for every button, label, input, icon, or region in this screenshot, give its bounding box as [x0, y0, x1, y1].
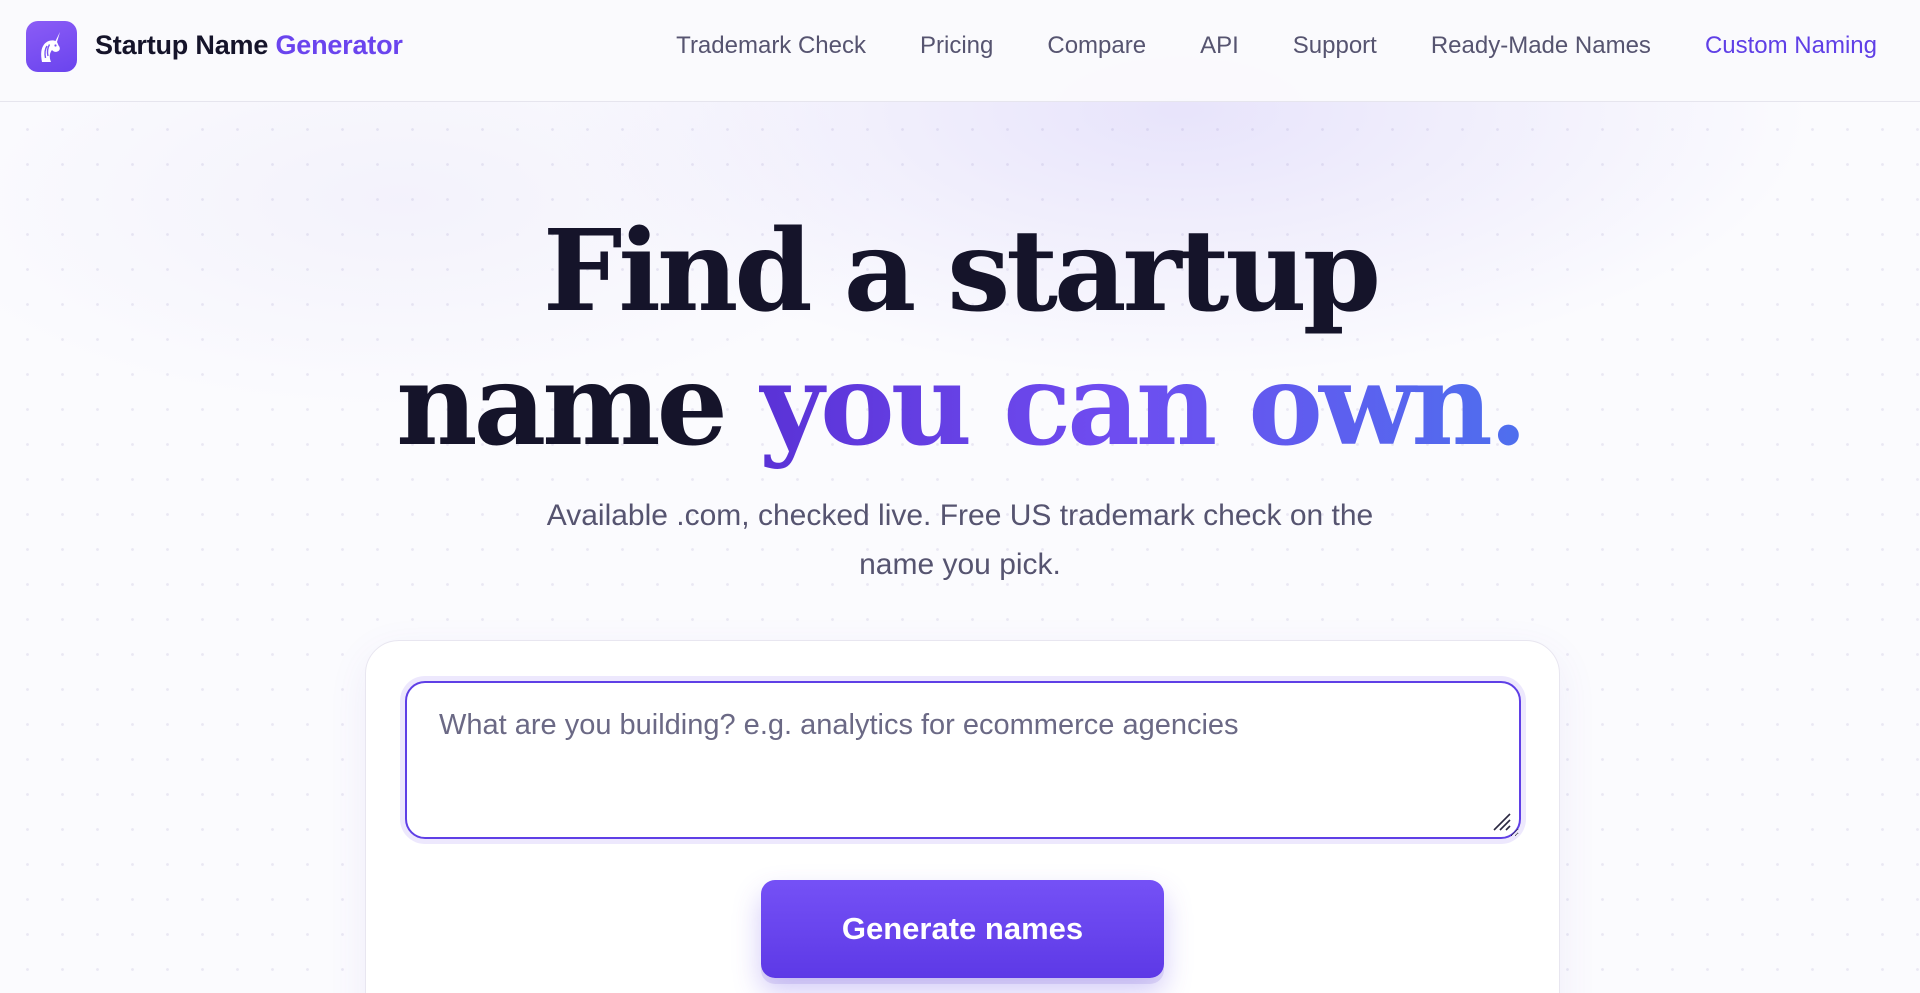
resize-handle-icon[interactable]: [1490, 810, 1512, 832]
startup-description-input[interactable]: [405, 681, 1521, 839]
brand-name-primary: Startup Name: [95, 30, 269, 60]
nav-link-support[interactable]: Support: [1293, 32, 1377, 60]
generate-names-button[interactable]: Generate names: [761, 880, 1164, 978]
nav-link-custom-naming[interactable]: Custom Naming: [1705, 32, 1877, 60]
top-navigation-bar: Startup Name Generator Trademark Check P…: [0, 0, 1920, 102]
unicorn-icon[interactable]: [26, 21, 77, 72]
hero-subtitle: Available .com, checked live. Free US tr…: [546, 499, 1374, 581]
headline-line-2-plain: name: [396, 340, 728, 471]
prompt-field-wrapper: [405, 681, 1521, 839]
nav-link-ready-made-names[interactable]: Ready-Made Names: [1431, 32, 1651, 60]
brand-name-accent: Generator: [275, 30, 403, 60]
headline-line-1: Find a startup: [542, 206, 1381, 337]
brand-name[interactable]: Startup Name Generator: [95, 30, 403, 61]
nav-link-pricing[interactable]: Pricing: [920, 32, 993, 60]
headline-line-2-accent: you can own.: [758, 340, 1528, 471]
nav-link-compare[interactable]: Compare: [1047, 32, 1146, 60]
main-nav: Trademark Check Pricing Compare API Supp…: [676, 32, 1877, 60]
hero-headline: Find a startup name you can own.: [0, 205, 1920, 473]
nav-link-api[interactable]: API: [1200, 32, 1239, 60]
nav-link-trademark-check[interactable]: Trademark Check: [676, 32, 866, 60]
